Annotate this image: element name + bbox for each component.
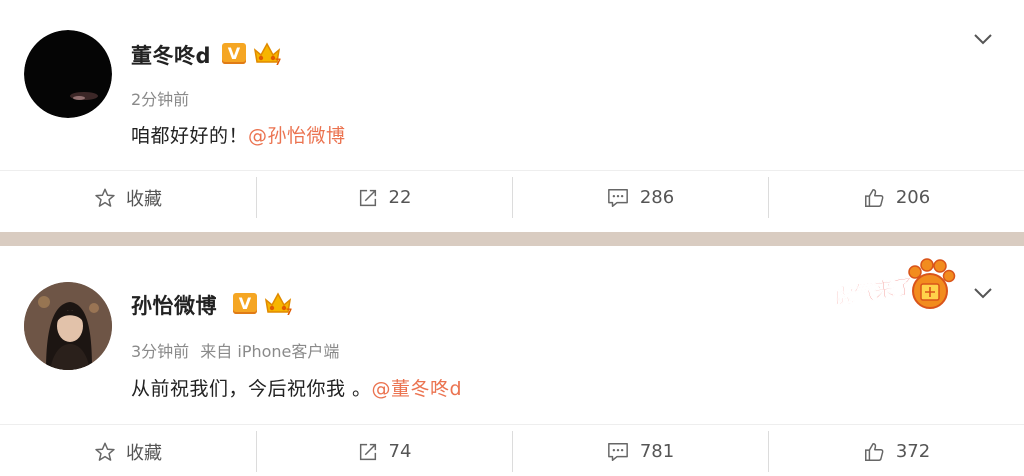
repost-button[interactable]: 22 — [256, 171, 512, 224]
comment-bubble-icon — [606, 187, 630, 209]
weibo-post: 孙怡微博 V 7 虎气来了 3分钟前 来自 iPhone客户端 从前祝我们，今后… — [0, 246, 1024, 476]
post-text: 从前祝我们，今后祝你我 。 — [131, 378, 372, 400]
share-arrow-icon — [357, 187, 379, 209]
post-meta: 3分钟前 来自 iPhone客户端 — [131, 338, 339, 362]
stamp-text: 虎气来了 — [834, 274, 915, 309]
vip-crown-icon: 7 — [252, 40, 282, 66]
thumbs-up-icon — [862, 441, 886, 463]
like-button[interactable]: 372 — [768, 425, 1024, 476]
vip-crown-icon: 7 — [263, 290, 293, 316]
username[interactable]: 孙怡微博 — [131, 290, 217, 320]
tiger-stamp: 虎气来了 — [834, 254, 962, 314]
avatar[interactable] — [24, 30, 112, 118]
avatar-image — [24, 282, 112, 370]
action-bar: 收藏 22 286 206 — [0, 170, 1024, 224]
post-content: 咱都好好的！@孙怡微博 — [131, 121, 346, 148]
mention-link[interactable]: @董冬咚d — [372, 378, 463, 400]
comment-bubble-icon — [606, 441, 630, 463]
post-text: 咱都好好的！ — [131, 125, 249, 147]
favorite-label: 收藏 — [126, 188, 162, 210]
like-button[interactable]: 206 — [768, 171, 1024, 224]
comment-button[interactable]: 286 — [512, 171, 768, 224]
action-bar: 收藏 74 781 372 — [0, 424, 1024, 476]
mention-link[interactable]: @孙怡微博 — [248, 125, 346, 147]
post-content: 从前祝我们，今后祝你我 。@董冬咚d — [131, 374, 462, 401]
verified-v-icon: V — [233, 292, 257, 314]
comment-count: 286 — [639, 187, 675, 208]
weibo-post: 董冬咚d V 7 2分钟前 咱都好好的！@孙怡微博 收藏 22 286 206 — [0, 0, 1024, 232]
user-badges: V 7 — [233, 290, 293, 316]
tiger-paw-icon — [908, 258, 956, 309]
favorite-button[interactable]: 收藏 — [0, 171, 256, 224]
like-count: 372 — [895, 441, 931, 462]
star-outline-icon — [94, 441, 116, 463]
post-time[interactable]: 3分钟前 — [131, 342, 189, 361]
post-meta: 2分钟前 — [131, 86, 189, 110]
username[interactable]: 董冬咚d — [131, 40, 211, 70]
repost-button[interactable]: 74 — [256, 425, 512, 476]
svg-text:7: 7 — [275, 58, 281, 66]
user-badges: V 7 — [222, 40, 282, 66]
star-outline-icon — [94, 187, 116, 209]
comment-button[interactable]: 781 — [512, 425, 768, 476]
svg-text:7: 7 — [286, 308, 292, 316]
avatar[interactable] — [24, 282, 112, 370]
chevron-down-icon[interactable] — [972, 28, 994, 50]
repost-count: 74 — [388, 441, 412, 462]
thumbs-up-icon — [862, 187, 886, 209]
avatar-image — [24, 30, 112, 118]
like-count: 206 — [895, 187, 931, 208]
post-time[interactable]: 2分钟前 — [131, 90, 189, 109]
comment-count: 781 — [639, 441, 675, 462]
chevron-down-icon[interactable] — [972, 282, 994, 304]
verified-v-icon: V — [222, 42, 246, 64]
favorite-label: 收藏 — [126, 442, 162, 464]
post-source: 来自 iPhone客户端 — [200, 342, 340, 361]
share-arrow-icon — [357, 441, 379, 463]
repost-count: 22 — [388, 187, 412, 208]
favorite-button[interactable]: 收藏 — [0, 425, 256, 476]
